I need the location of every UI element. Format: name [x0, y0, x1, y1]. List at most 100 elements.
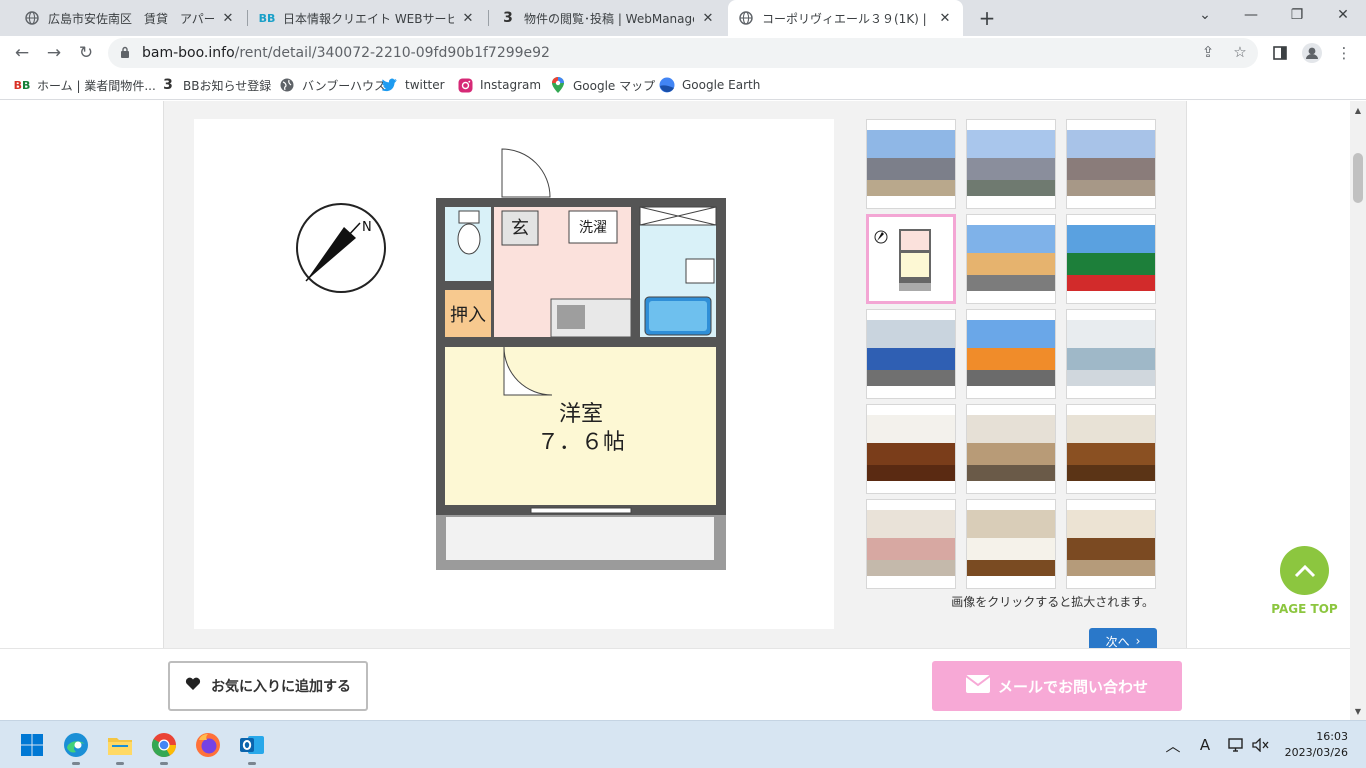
photo-thumbnail[interactable]: [866, 214, 956, 304]
edge-icon[interactable]: [60, 729, 92, 765]
minimize-button[interactable]: —: [1228, 0, 1274, 30]
photo-thumbnail[interactable]: [1066, 214, 1156, 304]
room-size-label: ７．６帖: [537, 430, 625, 455]
new-tab-button[interactable]: +: [975, 6, 999, 30]
close-window-button[interactable]: ✕: [1320, 0, 1366, 30]
photo-thumbnail[interactable]: [966, 499, 1056, 589]
star-icon[interactable]: ☆: [1229, 41, 1251, 63]
file-explorer-icon[interactable]: [104, 729, 136, 765]
scroll-up-arrow-icon[interactable]: ▲: [1350, 103, 1366, 117]
main-floorplan-image[interactable]: N 玄 洗濯 押入 洋室 ７．６帖: [194, 119, 834, 629]
globe-icon: [738, 10, 754, 26]
photo-thumbnail[interactable]: [966, 404, 1056, 494]
three-icon: 3: [163, 77, 173, 93]
tab-4-active[interactable]: コーポリヴィエール３９(1K) | 広島市安佐南区 ✕: [728, 0, 963, 36]
genkan-label: 玄: [511, 218, 529, 239]
bookmark-label: twitter: [405, 78, 445, 92]
three-icon: 3: [503, 10, 513, 26]
photo-thumbnail[interactable]: [866, 404, 956, 494]
gallery-caption: 画像をクリックすると拡大されます。: [951, 595, 1154, 609]
tab-search-icon[interactable]: ⌄: [1182, 0, 1228, 30]
tab-1[interactable]: 広島市安佐南区 賃貸 アパート ✕: [14, 0, 246, 36]
browser-toolbar: ← → ↻ bam-boo.info/rent/detail/340072-22…: [0, 36, 1366, 70]
share-icon[interactable]: ⇪: [1197, 41, 1219, 63]
profile-avatar-icon[interactable]: [1299, 41, 1325, 65]
clock-time: 16:03: [1316, 730, 1348, 743]
outlook-icon[interactable]: [236, 729, 268, 765]
mail-inquiry-label: メールでお問い合わせ: [997, 677, 1148, 696]
bb-icon: BB: [13, 78, 31, 92]
bookmark-bb-news[interactable]: 3 BBお知らせ登録: [160, 76, 271, 94]
speaker-muted-icon[interactable]: [1250, 735, 1272, 755]
tab-3[interactable]: 3 物件の閲覧･投稿 | WebManagerPro ✕: [490, 0, 726, 36]
add-favorite-label: お気に入りに追加する: [211, 679, 351, 695]
taskbar-clock[interactable]: 16:03 2023/03/26: [1280, 729, 1348, 761]
photo-thumbnail[interactable]: [966, 309, 1056, 399]
network-icon[interactable]: [1226, 735, 1248, 755]
bookmark-google-maps[interactable]: Google マップ: [550, 76, 655, 94]
page-scrollbar[interactable]: ▲ ▼: [1350, 101, 1366, 720]
running-indicator: [248, 762, 256, 765]
photo-thumbnail[interactable]: [866, 309, 956, 399]
bookmark-bamboo-house[interactable]: バンブーハウス: [279, 76, 386, 94]
scrollbar-thumb[interactable]: [1353, 153, 1363, 203]
next-button-label: 次へ: [1105, 634, 1130, 649]
compass-icon: N: [296, 203, 386, 293]
address-bar[interactable]: bam-boo.info/rent/detail/340072-2210-09f…: [108, 38, 1258, 68]
bookmark-label: バンブーハウス: [302, 78, 387, 93]
twitter-icon: [382, 77, 398, 93]
close-icon[interactable]: ✕: [220, 10, 236, 26]
bookmark-label: BBお知らせ登録: [183, 78, 272, 93]
bookmark-google-earth[interactable]: Google Earth: [659, 76, 760, 94]
menu-kebab-icon[interactable]: ⋮: [1331, 41, 1357, 65]
chevron-up-tray-icon[interactable]: ︿: [1162, 735, 1184, 755]
close-icon[interactable]: ✕: [937, 10, 953, 26]
instagram-icon: [457, 77, 473, 93]
restore-button[interactable]: ❐: [1274, 0, 1320, 30]
photo-thumbnail[interactable]: [1066, 499, 1156, 589]
bookmark-twitter[interactable]: twitter: [382, 76, 445, 94]
page-top-button[interactable]: [1280, 546, 1329, 595]
scroll-down-arrow-icon[interactable]: ▼: [1350, 704, 1366, 718]
sentaku-label: 洗濯: [579, 220, 607, 236]
page-top-label[interactable]: PAGE TOP: [1262, 602, 1347, 616]
bookmark-label: Google マップ: [573, 78, 656, 93]
bb-icon: BB: [258, 11, 276, 25]
windows-taskbar: ︿ A 16:03 2023/03/26: [0, 720, 1366, 768]
bookmark-instagram[interactable]: Instagram: [457, 76, 541, 94]
close-icon[interactable]: ✕: [460, 10, 476, 26]
tab-title: コーポリヴィエール３９(1K) | 広島市安佐南区: [762, 11, 931, 26]
tab-2[interactable]: BB 日本情報クリエイト WEBサービスログイン ✕: [249, 0, 486, 36]
tab-separator: [488, 10, 489, 26]
back-arrow-icon[interactable]: ←: [8, 39, 36, 67]
photo-thumbnail[interactable]: [866, 499, 956, 589]
forward-arrow-icon[interactable]: →: [40, 39, 68, 67]
chrome-icon[interactable]: [148, 729, 180, 765]
add-favorite-button[interactable]: お気に入りに追加する: [168, 661, 368, 711]
photo-thumbnail[interactable]: [1066, 404, 1156, 494]
earth-icon: [659, 77, 675, 93]
globe-icon: [24, 10, 40, 26]
oshiire-label: 押入: [450, 305, 486, 326]
reload-icon[interactable]: ↻: [72, 39, 100, 67]
running-indicator: [116, 762, 124, 765]
ime-mode-indicator[interactable]: A: [1194, 735, 1216, 755]
bookmark-home[interactable]: BB ホーム | 業者間物件...: [14, 76, 156, 94]
photo-thumbnail[interactable]: [966, 119, 1056, 209]
close-icon[interactable]: ✕: [700, 10, 716, 26]
photo-thumbnail[interactable]: [1066, 119, 1156, 209]
page-viewport: N 玄 洗濯 押入 洋室 ７．６帖 画像をクリックすると拡大されます。 次へ ›…: [0, 101, 1350, 720]
globe-icon: [279, 77, 295, 93]
tab-title: 日本情報クリエイト WEBサービスログイン: [283, 11, 454, 26]
windows-start-icon[interactable]: [16, 729, 48, 761]
side-panel-icon[interactable]: [1267, 41, 1293, 65]
chevron-right-icon: ›: [1135, 634, 1141, 648]
photo-thumbnail[interactable]: [966, 214, 1056, 304]
floorplan-drawing: N 玄 洗濯 押入 洋室 ７．６帖: [296, 148, 726, 570]
photo-thumbnail[interactable]: [1066, 309, 1156, 399]
photo-thumbnail[interactable]: [866, 119, 956, 209]
firefox-icon[interactable]: [192, 729, 224, 761]
running-indicator: [160, 762, 168, 765]
running-indicator: [72, 762, 80, 765]
mail-inquiry-button[interactable]: メールでお問い合わせ: [932, 661, 1182, 711]
